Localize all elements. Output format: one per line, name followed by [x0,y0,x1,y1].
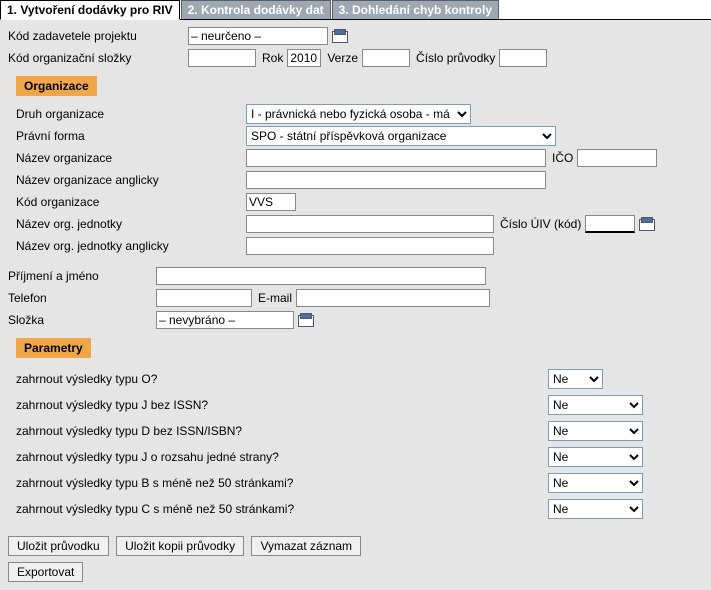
tab-check-delivery[interactable]: 2. Kontrola dodávky dat [181,0,331,19]
tab-find-errors[interactable]: 3. Dohledání chyb kontroly [332,0,499,19]
picker-icon[interactable] [298,313,312,327]
cislo-pruvodky-input[interactable] [499,49,547,67]
telefon-input[interactable] [156,289,252,307]
nazev-organizace-label: Název organizace [16,151,246,165]
param-b-50-label: zahrnout výsledky typu B s méně než 50 s… [8,476,548,490]
export-button[interactable]: Exportovat [8,562,83,582]
param-j-1page-label: zahrnout výsledky typu J o rozsahu jedné… [8,450,548,464]
cislo-uiv-label: Číslo ÚIV (kód) [500,217,581,231]
slozka-label: Složka [8,313,156,327]
email-label: E-mail [258,291,292,305]
verze-input[interactable] [362,49,410,67]
email-input[interactable] [296,289,490,307]
save-button[interactable]: Uložit průvodku [8,536,109,556]
kod-organizace-input[interactable] [246,193,296,211]
param-o-select[interactable]: Ne [548,369,603,389]
tab-bar: 1. Vytvoření dodávky pro RIV 2. Kontrola… [0,0,711,20]
param-b-50-select[interactable]: Ne [548,473,643,493]
ico-input[interactable] [577,149,657,167]
nazev-organizace-en-input[interactable] [246,171,546,189]
verze-label: Verze [327,51,358,65]
param-c-50-label: zahrnout výsledky typu C s méně než 50 s… [8,502,548,516]
param-j-1page-select[interactable]: Ne [548,447,643,467]
nazev-jednotky-label: Název org. jednotky [16,217,246,231]
kod-zadavatele-input[interactable] [188,27,328,45]
section-organizace: Organizace [16,76,97,96]
param-j-issn-select[interactable]: Ne [548,395,643,415]
kod-organizace-label: Kód organizace [16,195,246,209]
param-c-50-select[interactable]: Ne [548,499,643,519]
picker-icon[interactable] [332,29,346,43]
pravni-forma-label: Právní forma [16,129,246,143]
ico-label: IČO [552,151,573,165]
slozka-input[interactable] [156,311,294,329]
kod-org-slozky-label: Kód organizační složky [8,51,188,65]
clear-button[interactable]: Vymazat záznam [251,536,361,556]
prijmeni-input[interactable] [156,267,486,285]
kod-zadavatele-label: Kód zadavetele projektu [8,29,188,43]
form-area: Kód zadavetele projektu Kód organizační … [0,20,711,528]
param-j-issn-label: zahrnout výsledky typu J bez ISSN? [8,398,548,412]
section-parametry: Parametry [16,338,91,358]
kod-org-slozky-input[interactable] [188,49,256,67]
nazev-jednotky-en-label: Název org. jednotky anglicky [16,239,246,253]
telefon-label: Telefon [8,291,156,305]
cislo-pruvodky-label: Číslo průvodky [416,51,495,65]
nazev-organizace-en-label: Název organizace anglicky [16,173,246,187]
pravni-forma-select[interactable]: SPO - státní příspěvková organizace [246,126,556,146]
nazev-jednotky-input[interactable] [246,215,494,233]
rok-label: Rok [262,51,283,65]
nazev-jednotky-en-input[interactable] [246,237,494,255]
param-o-label: zahrnout výsledky typu O? [8,372,548,386]
param-d-issn-select[interactable]: Ne [548,421,643,441]
prijmeni-label: Příjmení a jméno [8,269,156,283]
rok-input[interactable] [287,49,321,67]
save-copy-button[interactable]: Uložit kopii průvodky [116,536,244,556]
param-d-issn-label: zahrnout výsledky typu D bez ISSN/ISBN? [8,424,548,438]
tab-create-delivery[interactable]: 1. Vytvoření dodávky pro RIV [0,0,180,20]
druh-organizace-label: Druh organizace [16,107,246,121]
cislo-uiv-input[interactable] [585,215,635,233]
druh-organizace-select[interactable]: I - právnická nebo fyzická osoba - má IČ… [246,104,471,124]
button-bar: Uložit průvodku Uložit kopii průvodky Vy… [0,528,711,590]
nazev-organizace-input[interactable] [246,149,546,167]
picker-icon[interactable] [639,217,653,231]
